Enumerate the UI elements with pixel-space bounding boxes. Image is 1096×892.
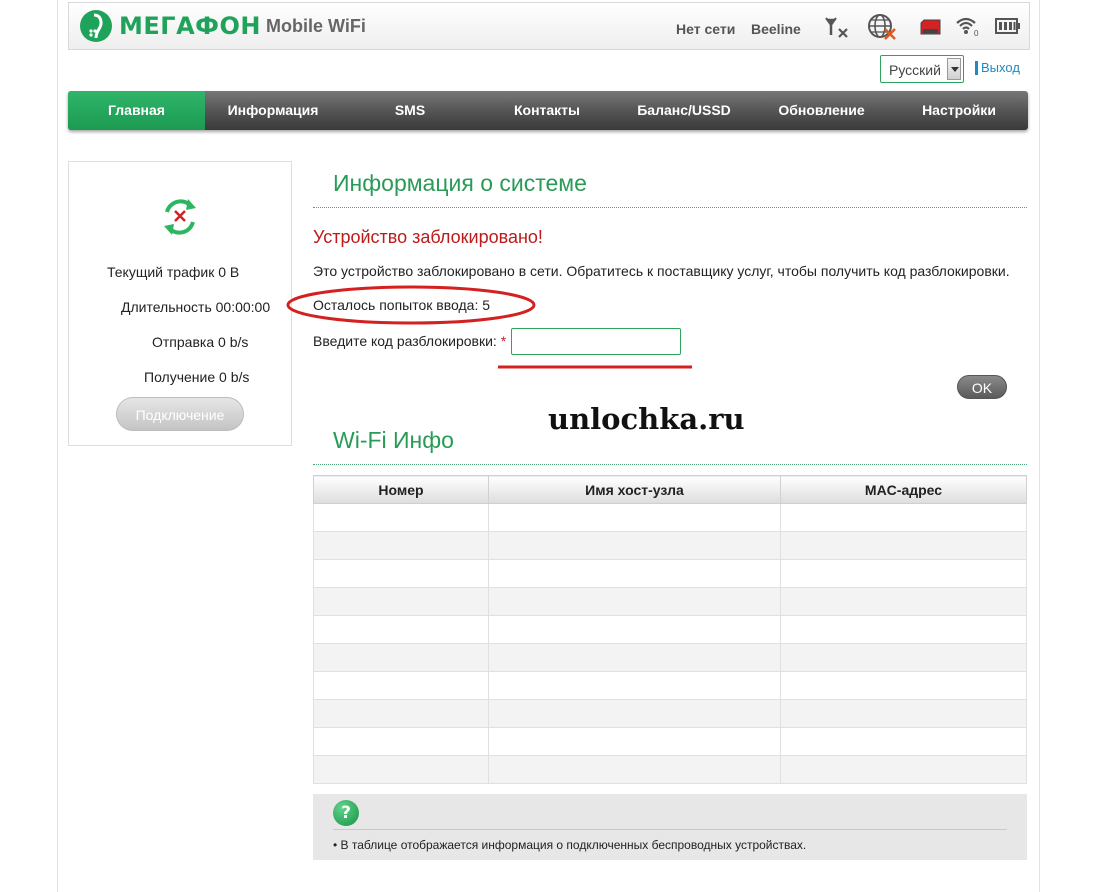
help-divider xyxy=(333,829,1007,830)
connect-button[interactable]: Подключение xyxy=(116,397,244,431)
column-mac: MAC-адрес xyxy=(780,475,1027,504)
table-row xyxy=(313,727,1027,756)
traffic-label: Текущий трафик xyxy=(107,264,215,280)
table-header-row: Номер Имя хост-узла MAC-адрес xyxy=(313,475,1027,504)
tab-balance-ussd[interactable]: Баланс/USSD xyxy=(615,91,753,130)
wifi-clients-table: Номер Имя хост-узла MAC-адрес xyxy=(313,475,1027,784)
download-row: Получение 0 b/s xyxy=(144,369,249,385)
connection-panel: Текущий трафик 0 B Длительность 00:00:00… xyxy=(68,161,292,446)
wifi-info-title: Wi-Fi Инфо xyxy=(333,427,454,453)
megafon-logo-icon xyxy=(80,10,112,42)
tab-update[interactable]: Обновление xyxy=(753,91,890,130)
tab-home[interactable]: Главная xyxy=(68,91,205,130)
system-info-title: Информация о системе xyxy=(333,170,587,196)
ok-button[interactable]: OK xyxy=(957,375,1007,399)
traffic-row: Текущий трафик 0 B xyxy=(107,264,239,280)
table-row xyxy=(313,503,1027,532)
column-number: Номер xyxy=(313,475,489,504)
globe-disconnected-icon xyxy=(868,14,896,40)
chevron-down-icon[interactable] xyxy=(947,58,961,80)
sim-icon xyxy=(920,19,941,35)
locked-message: Это устройство заблокировано в сети. Обр… xyxy=(313,263,1010,279)
upload-label: Отправка xyxy=(152,334,215,350)
product-name: Mobile WiFi xyxy=(266,16,366,36)
table-row xyxy=(313,587,1027,616)
duration-label: Длительность xyxy=(121,299,212,315)
brand-name: МЕГАФОН xyxy=(119,12,261,40)
help-text: • В таблице отображается информация о по… xyxy=(333,838,807,852)
table-row xyxy=(313,643,1027,672)
tab-contacts[interactable]: Контакты xyxy=(479,91,615,130)
header-bar: МЕГАФОН Mobile WiFi Нет сети Beeline 0 xyxy=(68,2,1030,50)
unlock-code-input[interactable] xyxy=(511,328,681,355)
tab-sms[interactable]: SMS xyxy=(341,91,479,130)
required-mark: * xyxy=(500,333,507,349)
table-row xyxy=(313,531,1027,560)
table-row xyxy=(313,615,1027,644)
upload-value: 0 b/s xyxy=(218,334,249,350)
watermark-text: unlochka.ru xyxy=(548,402,745,436)
help-icon[interactable]: ? xyxy=(333,800,359,826)
wifi-title-divider xyxy=(313,464,1027,465)
table-row xyxy=(313,559,1027,588)
language-value: Русский xyxy=(889,62,941,78)
network-status: Нет сети xyxy=(676,21,736,37)
operator-name: Beeline xyxy=(751,21,801,37)
download-label: Получение xyxy=(144,369,216,385)
download-value: 0 b/s xyxy=(219,369,250,385)
help-box: ? • В таблице отображается информация о … xyxy=(313,794,1027,860)
tab-information[interactable]: Информация xyxy=(205,91,341,130)
logout-link[interactable]: Выход xyxy=(975,61,1020,75)
wifi-client-count: 0 xyxy=(974,29,979,37)
duration-value: 00:00:00 xyxy=(215,299,271,315)
traffic-value: 0 B xyxy=(218,264,240,280)
upload-row: Отправка 0 b/s xyxy=(152,334,248,350)
language-select[interactable]: Русский xyxy=(880,55,964,83)
column-hostname: Имя хост-узла xyxy=(488,475,781,504)
no-signal-icon xyxy=(825,17,848,38)
battery-icon xyxy=(995,18,1020,34)
tab-settings[interactable]: Настройки xyxy=(890,91,1028,130)
table-row xyxy=(313,755,1027,784)
title-divider xyxy=(313,207,1027,208)
wifi-icon: 0 xyxy=(956,17,979,37)
connection-status-icon xyxy=(164,199,196,235)
unlock-code-label: Введите код разблокировки: xyxy=(313,333,497,349)
table-row xyxy=(313,699,1027,728)
unlock-code-row: Введите код разблокировки: * xyxy=(313,333,506,349)
device-locked-heading: Устройство заблокировано! xyxy=(313,227,543,247)
attempts-label: Осталось попыток ввода: xyxy=(313,297,479,313)
main-nav: Главная Информация SMS Контакты Баланс/U… xyxy=(68,91,1028,130)
duration-row: Длительность 00:00:00 xyxy=(121,299,270,315)
attempts-value: 5 xyxy=(482,297,491,313)
attempts-row: Осталось попыток ввода: 5 xyxy=(313,297,490,313)
table-row xyxy=(313,671,1027,700)
